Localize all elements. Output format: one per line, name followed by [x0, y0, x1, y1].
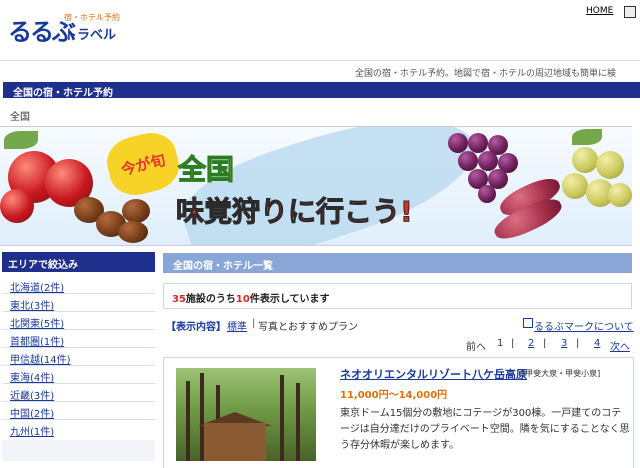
rurubu-mark-link[interactable]: るるぶマークについて — [534, 318, 634, 333]
display-photo-option: 写真とおすすめプラン — [258, 322, 358, 333]
divider — [2, 401, 155, 402]
display-separator: | — [252, 318, 256, 329]
apple-graphic — [0, 189, 34, 223]
badge-text: 今が旬 — [119, 150, 168, 179]
page-titlebar: 全国の宿・ホテル予約 — [0, 82, 640, 99]
divider — [2, 311, 155, 312]
result-count: 35施設のうち10件表示しています — [172, 290, 330, 305]
count-text2: 件表示しています — [249, 294, 330, 305]
grape-graphic — [478, 185, 496, 203]
pear-graphic — [572, 147, 598, 173]
pager-page-2[interactable]: 2 — [528, 338, 534, 349]
pear-graphic — [596, 151, 624, 179]
cabin — [204, 423, 266, 461]
chestnut-graphic — [122, 199, 150, 223]
pager-prev: 前へ — [466, 342, 486, 353]
grape-graphic — [448, 133, 468, 153]
pager-next[interactable]: 次へ — [610, 338, 630, 353]
area-filter-header: エリアで絞込み — [2, 252, 155, 272]
divider — [2, 329, 155, 330]
sidebar-item-tohoku[interactable]: 東北(3件) — [10, 297, 54, 312]
hotel-price: 11,000円～14,000円 — [340, 390, 448, 401]
sidebar-item-chugoku[interactable]: 中国(2件) — [10, 405, 54, 420]
sidebar-item-kyushu[interactable]: 九州(1件) — [10, 423, 54, 438]
sidebar-footer — [2, 440, 155, 461]
tagline: 全国の宿・ホテル予約。地図で宿・ホテルの周辺地域も簡単に検 — [355, 69, 617, 79]
hotel-list-title: 全国の宿・ホテル一覧 — [173, 261, 273, 272]
logo-sub: 宿・ホテル予約 — [64, 13, 120, 22]
divider: | — [543, 338, 547, 349]
banner-headline-1: 全国 — [177, 153, 235, 187]
area-filter-title: エリアで絞込み — [8, 260, 78, 271]
display-standard-link[interactable]: 標準 — [227, 318, 247, 333]
display-label: 【表示内容】 — [166, 322, 226, 333]
divider — [2, 383, 155, 384]
pager-page-3[interactable]: 3 — [561, 338, 567, 349]
count-total: 35 — [172, 294, 186, 305]
sidebar-item-kinki[interactable]: 近畿(3件) — [10, 387, 54, 402]
grape-graphic — [458, 151, 478, 171]
grape-graphic — [468, 133, 488, 153]
divider — [2, 293, 155, 294]
divider — [2, 365, 155, 366]
pager-page-1: 1 — [497, 338, 504, 349]
logo-travel: トラベル — [64, 28, 117, 43]
pear-graphic — [562, 173, 588, 199]
count-text1: 施設のうち — [185, 294, 236, 305]
home-link[interactable]: HOME — [586, 6, 613, 16]
divider: | — [576, 338, 580, 349]
hotel-area: [甲斐大泉・甲斐小泉] — [522, 369, 601, 378]
tree-trunk — [280, 375, 284, 461]
sidebar-item-hokkaido[interactable]: 北海道(2件) — [10, 279, 64, 294]
divider — [2, 347, 155, 348]
sidebar-item-koshinetsu[interactable]: 甲信越(14件) — [10, 351, 71, 366]
grape-graphic — [478, 151, 498, 171]
page-title: 全国の宿・ホテル予約 — [13, 88, 113, 99]
chestnut-graphic — [118, 221, 148, 243]
breadcrumb: 全国 — [10, 112, 30, 123]
divider — [2, 419, 155, 420]
leaf-graphic — [4, 131, 38, 149]
hotel-name-link[interactable]: ネオオリエンタルリゾート八ケ岳高原 — [340, 366, 527, 382]
tree-trunk — [296, 383, 300, 461]
hotel-photo[interactable] — [176, 368, 316, 461]
count-shown: 10 — [235, 294, 250, 305]
hotel-description: 東京ドーム15個分の敷地にコテージが300棟。一戸建てのコテージは自分達だけのプ… — [340, 408, 630, 451]
divider: | — [511, 338, 515, 349]
leaf-graphic — [572, 129, 602, 145]
tree-trunk — [186, 381, 190, 461]
banner-headline-2: 味覚狩りに行こう! — [176, 195, 414, 229]
pager-page-4[interactable]: 4 — [594, 338, 600, 349]
sidebar-item-kitakanto[interactable]: 北関東(5件) — [10, 315, 64, 330]
sidebar-item-shutoken[interactable]: 首都圏(1件) — [10, 333, 64, 348]
info-icon — [523, 318, 533, 328]
hotel-list-header: 全国の宿・ホテル一覧 — [163, 253, 632, 273]
rurubu-logo[interactable]: るるぶ 宿・ホテル予約 トラベル — [8, 10, 138, 46]
sidebar-item-tokai[interactable]: 東海(4件) — [10, 369, 54, 384]
result-count-box: 35施設のうち10件表示しています — [163, 283, 632, 309]
pear-graphic — [608, 183, 632, 207]
page-icon[interactable] — [624, 6, 636, 18]
